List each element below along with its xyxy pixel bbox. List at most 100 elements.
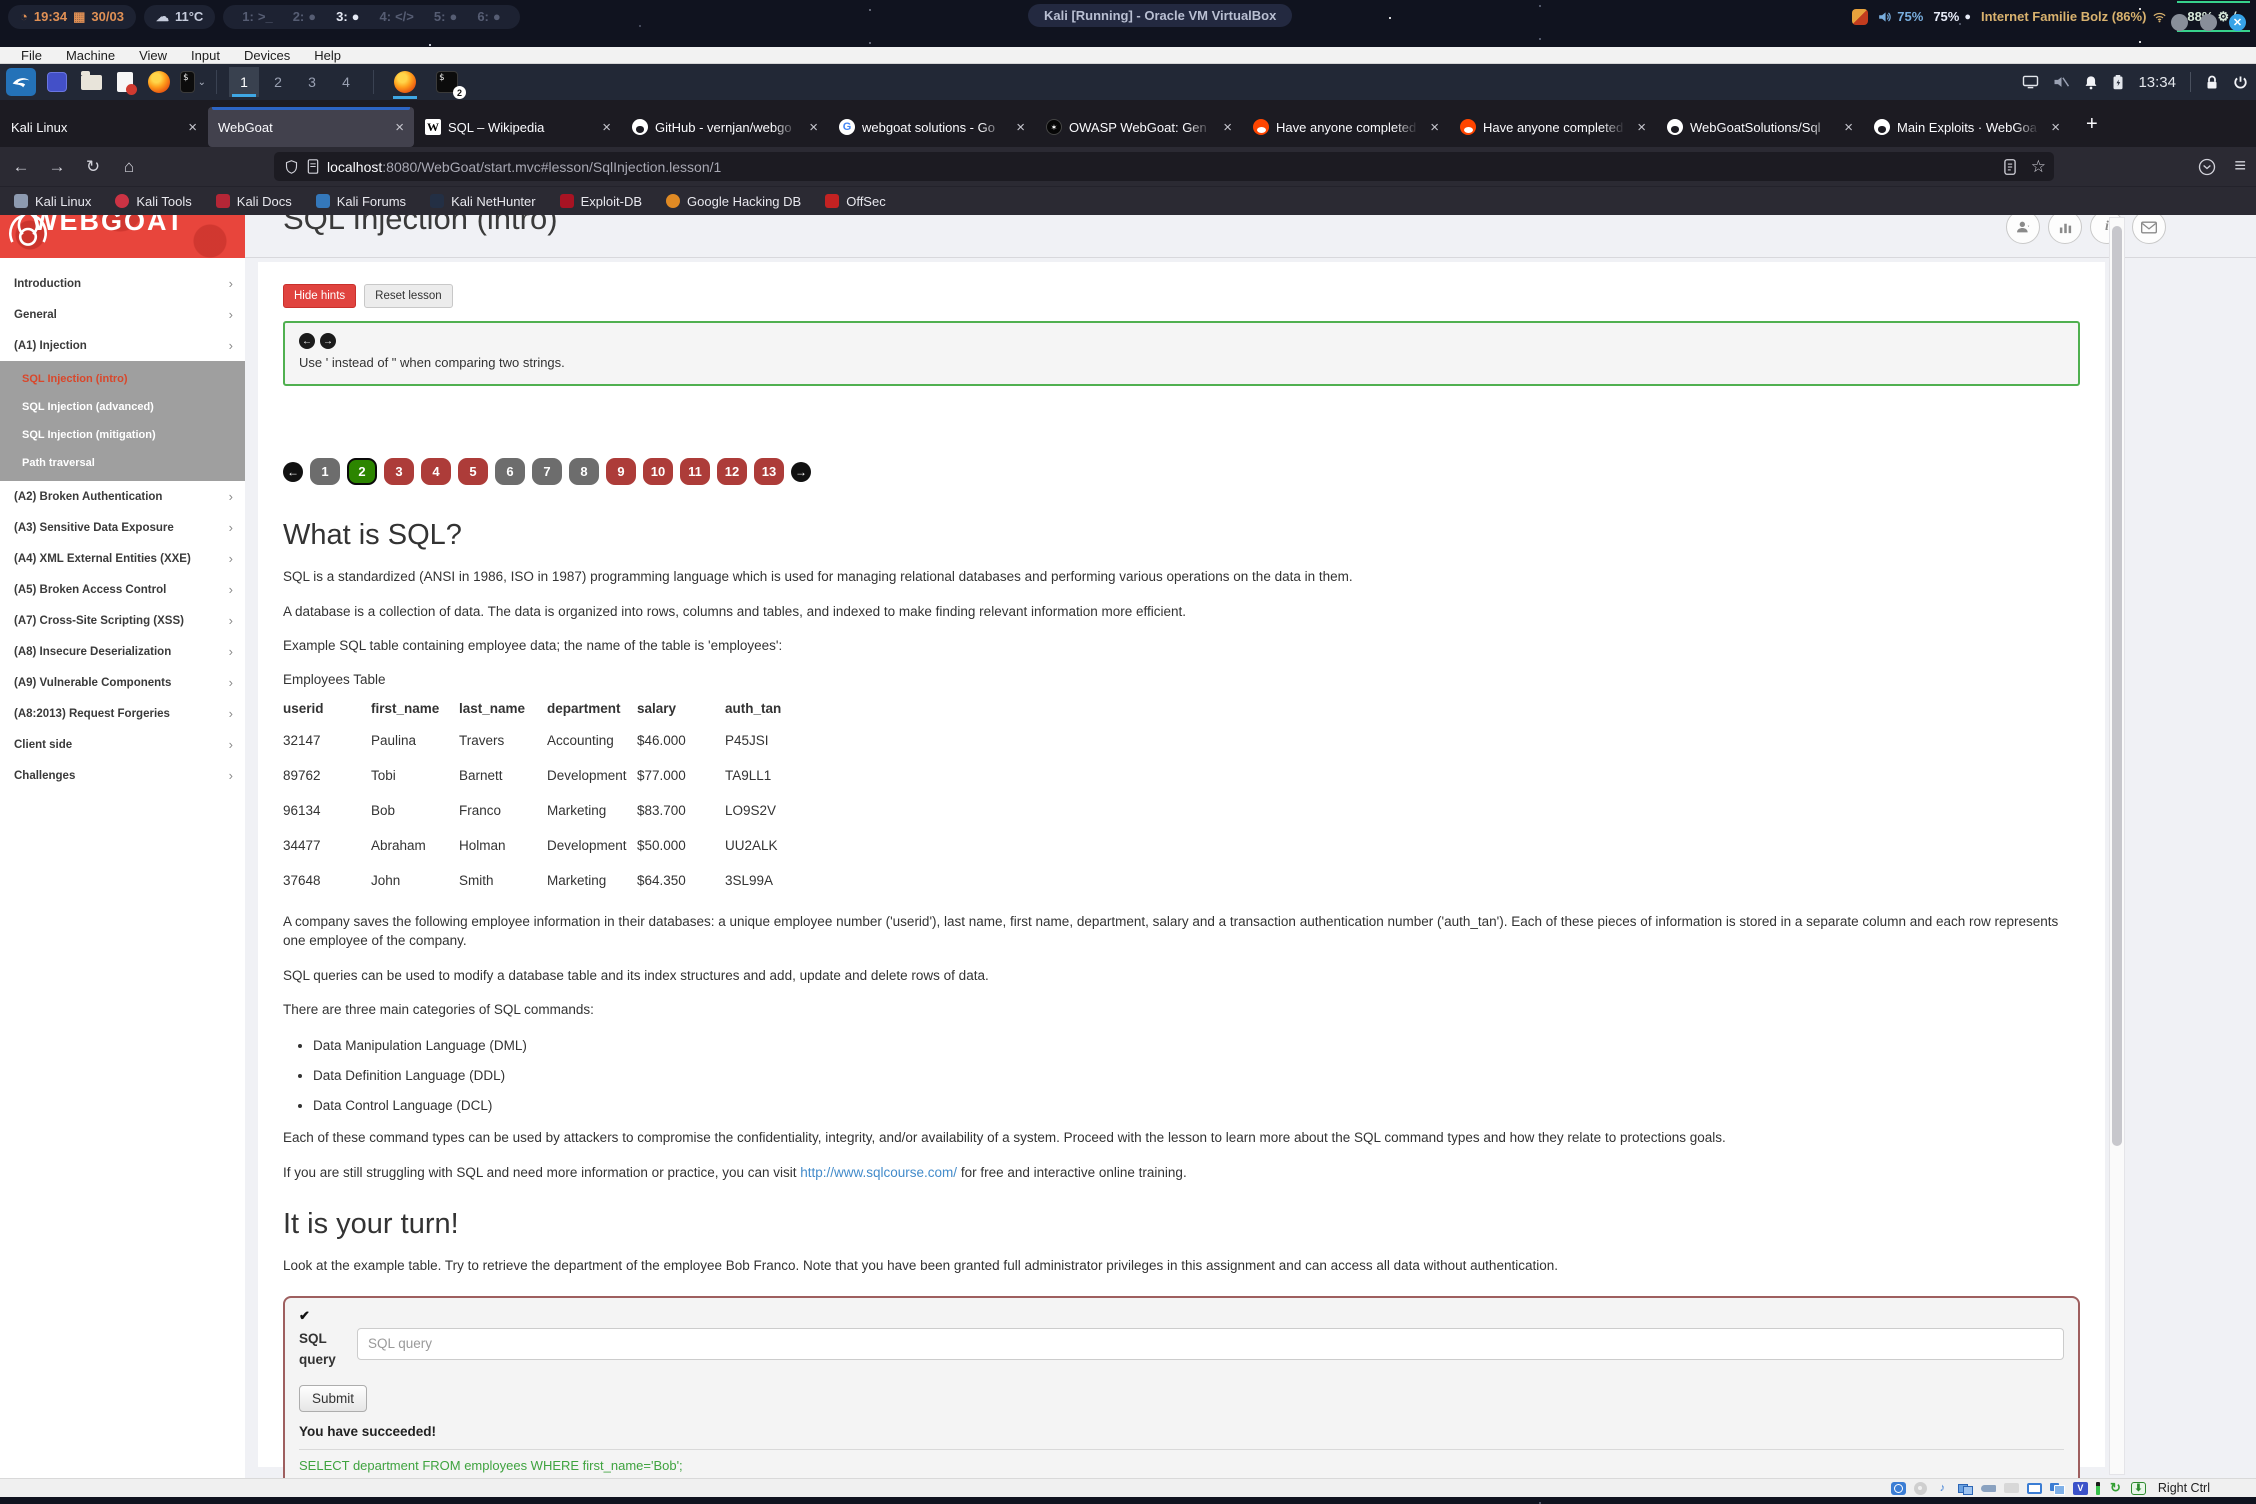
tab-close-icon[interactable]: × (807, 119, 820, 136)
bookmark-item[interactable]: Kali Forums (316, 194, 406, 209)
display-settings-icon[interactable] (2027, 1483, 2042, 1494)
file-manager-launcher[interactable] (78, 69, 104, 95)
url-bar[interactable]: localhost:8080/WebGoat/start.mvc#lesson/… (274, 152, 2054, 181)
kali-menu-button[interactable] (6, 68, 36, 96)
host-workspace-item[interactable]: 4:</> (380, 9, 414, 24)
chevron-down-icon[interactable]: ⌄ (198, 77, 206, 88)
host-workspace-item[interactable]: 5:● (434, 9, 457, 24)
reload-button[interactable]: ↻ (78, 153, 108, 181)
sidebar-category[interactable]: (A1) Injection › (0, 330, 245, 361)
browser-tab[interactable]: Have anyone completed × (1243, 107, 1449, 147)
guest-workspace-button[interactable]: 1 (229, 67, 259, 97)
contact-button[interactable] (2132, 215, 2166, 244)
page-number-button[interactable]: 7 (532, 458, 562, 485)
sidebar-category[interactable]: (A5) Broken Access Control › (0, 574, 245, 605)
hamburger-menu-icon[interactable]: ≡ (2234, 155, 2246, 178)
host-workspace-item[interactable]: 6:● (477, 9, 500, 24)
bookmark-item[interactable]: Google Hacking DB (666, 194, 801, 209)
taskbar-terminal[interactable]: $ 2 (434, 69, 460, 95)
sidebar-category[interactable]: Client side › (0, 729, 245, 760)
sidebar-category[interactable]: General › (0, 299, 245, 330)
taskbar-firefox[interactable] (392, 69, 418, 95)
audio-muted-icon[interactable] (2053, 75, 2070, 89)
vbox-menu-item[interactable]: View (128, 48, 178, 63)
page-number-button[interactable]: 2 (347, 458, 377, 485)
page-prev-button[interactable]: ← (283, 462, 303, 482)
close-window-button[interactable]: ✕ (2229, 14, 2246, 31)
sidebar-category[interactable]: (A9) Vulnerable Components › (0, 667, 245, 698)
notification-bell-icon[interactable] (2084, 75, 2098, 90)
guest-workspace-button[interactable]: 2 (263, 67, 293, 97)
sidebar-category[interactable]: (A2) Broken Authentication › (0, 481, 245, 512)
browser-tab[interactable]: OWASP WebGoat: Gen × (1036, 107, 1242, 147)
host-workspace-item[interactable]: 3:● (336, 9, 359, 24)
tab-close-icon[interactable]: × (600, 119, 613, 136)
sqlcourse-link[interactable]: http://www.sqlcourse.com/ (800, 1165, 957, 1180)
page-number-button[interactable]: 3 (384, 458, 414, 485)
page-number-button[interactable]: 9 (606, 458, 636, 485)
sidebar-category[interactable]: Challenges › (0, 760, 245, 791)
tab-close-icon[interactable]: × (1014, 119, 1027, 136)
tab-close-icon[interactable]: × (2049, 119, 2062, 136)
page-number-button[interactable]: 13 (754, 458, 784, 485)
guest-workspace-button[interactable]: 3 (297, 67, 327, 97)
browser-tab[interactable]: Main Exploits · WebGoa × (1864, 107, 2070, 147)
terminal-launcher[interactable]: $ ⌄ (180, 69, 206, 95)
browser-tab[interactable]: WebGoat × (208, 107, 414, 147)
maximize-button[interactable] (2200, 14, 2217, 31)
scrollbar-thumb[interactable] (2112, 226, 2122, 1146)
page-number-button[interactable]: 4 (421, 458, 451, 485)
recording-icon[interactable] (2050, 1482, 2065, 1495)
tab-close-icon[interactable]: × (393, 119, 406, 136)
page-next-button[interactable]: → (791, 462, 811, 482)
reset-lesson-button[interactable]: Reset lesson (364, 284, 452, 308)
sidebar-category[interactable]: (A4) XML External Entities (XXE) › (0, 543, 245, 574)
text-editor-launcher[interactable] (112, 69, 138, 95)
hint-next-icon[interactable]: → (320, 333, 336, 349)
browser-tab[interactable]: GitHub - vernjan/webgo × (622, 107, 828, 147)
bookmark-star-icon[interactable]: ☆ (2031, 157, 2046, 177)
vbox-menu-item[interactable]: Machine (55, 48, 126, 63)
user-menu-button[interactable] (2006, 215, 2040, 244)
submit-button[interactable]: Submit (299, 1385, 367, 1412)
tab-close-icon[interactable]: × (1635, 119, 1648, 136)
url-text[interactable]: localhost:8080/WebGoat/start.mvc#lesson/… (327, 159, 721, 175)
minimize-button[interactable] (2171, 14, 2188, 31)
usb-icon[interactable] (1981, 1485, 1996, 1492)
tab-close-icon[interactable]: × (1428, 119, 1441, 136)
window-manager-launcher[interactable] (44, 69, 70, 95)
back-button[interactable]: ← (6, 153, 36, 181)
browser-tab[interactable]: SQL – Wikipedia × (415, 107, 621, 147)
tab-close-icon[interactable]: × (1842, 119, 1855, 136)
mouse-integration-icon[interactable]: ↻ (2108, 1482, 2123, 1495)
page-number-button[interactable]: 11 (680, 458, 710, 485)
home-button[interactable]: ⌂ (114, 153, 144, 181)
sql-query-input[interactable] (357, 1328, 2064, 1360)
sidebar-lesson-item[interactable]: SQL Injection (intro) (0, 365, 245, 393)
vbox-menu-item[interactable]: File (10, 48, 53, 63)
tab-close-icon[interactable]: × (1221, 119, 1234, 136)
hide-hints-button[interactable]: Hide hints (283, 284, 356, 308)
new-tab-button[interactable]: + (2072, 104, 2112, 144)
audio-icon[interactable]: ♪ (1935, 1482, 1950, 1495)
bookmark-item[interactable]: Exploit-DB (560, 194, 642, 209)
lock-icon[interactable] (2205, 75, 2219, 90)
sidebar-lesson-item[interactable]: Path traversal (0, 449, 245, 477)
scoreboard-button[interactable] (2048, 215, 2082, 244)
page-scrollbar[interactable] (2109, 217, 2125, 1475)
vbox-menu-item[interactable]: Help (303, 48, 352, 63)
page-number-button[interactable]: 5 (458, 458, 488, 485)
shared-folders-icon[interactable] (2004, 1483, 2019, 1493)
forward-button[interactable]: → (42, 153, 72, 181)
browser-tab[interactable]: webgoat solutions - Go × (829, 107, 1035, 147)
sidebar-category[interactable]: (A3) Sensitive Data Exposure › (0, 512, 245, 543)
sidebar-category[interactable]: (A7) Cross-Site Scripting (XSS) › (0, 605, 245, 636)
firefox-launcher[interactable] (146, 69, 172, 95)
guest-clock[interactable]: 13:34 (2138, 74, 2176, 91)
host-workspace-item[interactable]: 1:>_ (242, 9, 272, 24)
network-adapter-icon[interactable] (1958, 1482, 1973, 1495)
sidebar-lesson-item[interactable]: SQL Injection (advanced) (0, 393, 245, 421)
vbox-features-icon[interactable]: V (2073, 1482, 2088, 1495)
logout-icon[interactable] (2233, 75, 2248, 90)
bookmark-item[interactable]: Kali NetHunter (430, 194, 536, 209)
